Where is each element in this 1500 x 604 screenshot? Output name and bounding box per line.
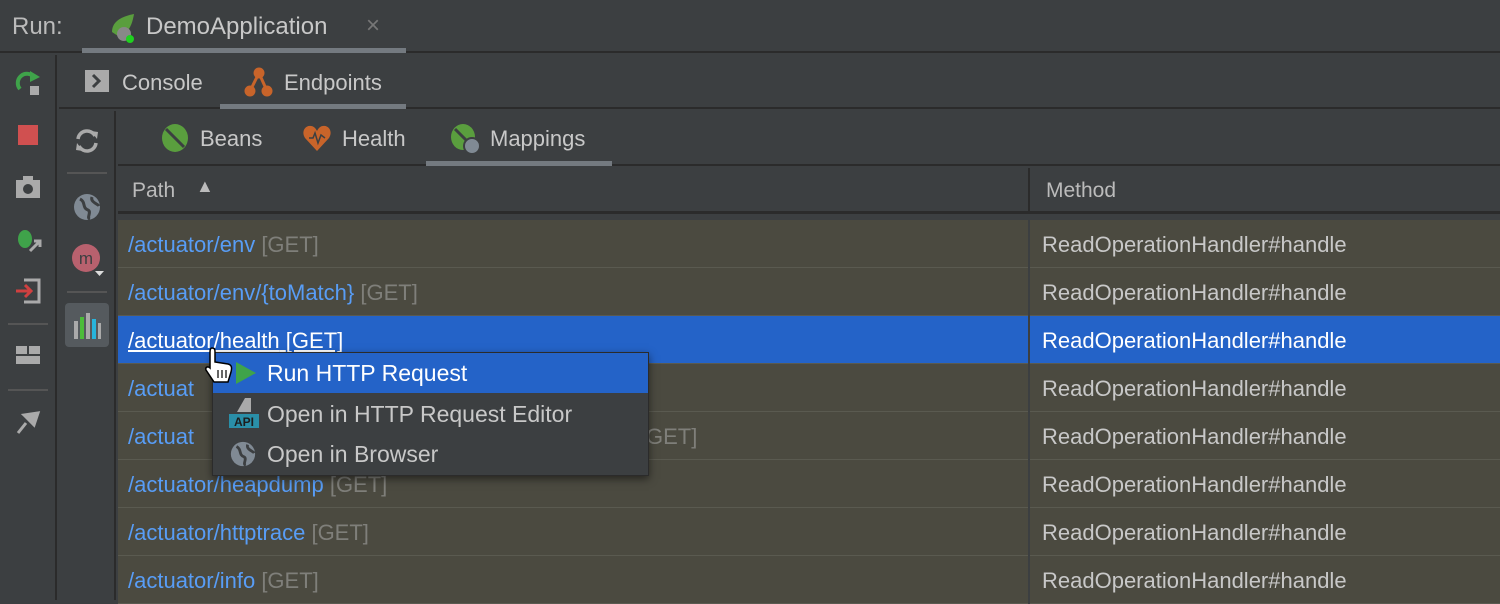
globe-icon: [230, 441, 256, 467]
path-cell[interactable]: /actuat: [128, 376, 194, 402]
stop-icon[interactable]: [14, 121, 42, 149]
method-cell: ReadOperationHandler#handle: [1042, 424, 1347, 449]
globe-icon[interactable]: [72, 192, 102, 222]
endpoints-toolbar: m: [59, 111, 116, 600]
tab-label: Console: [122, 70, 203, 95]
mappings-icon: [451, 124, 481, 155]
context-menu: Run HTTP Request API Open in HTTP Reques…: [212, 352, 649, 476]
health-icon: [303, 125, 331, 151]
api-icon: API: [229, 398, 259, 429]
method-cell: ReadOperationHandler#handle: [1042, 472, 1347, 497]
tab-health[interactable]: Health: [290, 111, 420, 166]
path-cell[interactable]: /actuator/httptrace [GET]: [128, 520, 369, 546]
exit-icon[interactable]: [14, 277, 42, 305]
debug-attach-icon[interactable]: [14, 225, 42, 253]
column-divider: [1028, 316, 1030, 364]
hand-cursor-icon: [205, 347, 233, 383]
divider: [67, 172, 107, 174]
table-header: Path ▲ Method: [118, 168, 1500, 214]
path-link[interactable]: /actuat: [128, 376, 194, 401]
tab-mappings[interactable]: Mappings: [426, 111, 612, 166]
tab-label: Health: [342, 126, 406, 151]
column-divider: [1028, 220, 1030, 268]
http-verb: [GET]: [285, 328, 344, 353]
layout-icon[interactable]: [14, 341, 42, 369]
http-verb: [GET]: [360, 280, 418, 305]
run-tab-title: DemoApplication: [146, 13, 328, 40]
refresh-icon[interactable]: [73, 127, 101, 155]
tab-label: Mappings: [490, 126, 586, 151]
tab-label: Beans: [200, 126, 263, 151]
method-cell: ReadOperationHandler#handle: [1042, 568, 1347, 593]
bar-chart-icon: [74, 313, 101, 339]
column-divider: [1028, 412, 1030, 460]
show-diagram-button[interactable]: [65, 303, 109, 347]
tab-beans[interactable]: Beans: [148, 111, 278, 166]
pin-icon[interactable]: [14, 407, 42, 435]
column-divider: [1028, 364, 1030, 412]
path-link[interactable]: /actuator/env: [128, 232, 255, 257]
menu-item-label: Open in HTTP Request Editor: [267, 401, 573, 427]
divider: [67, 291, 107, 293]
menu-item-open-in-browser[interactable]: Open in Browser: [213, 434, 648, 474]
menu-item-label: Open in Browser: [267, 441, 439, 467]
menu-item-run-http-request[interactable]: Run HTTP Request: [213, 353, 648, 393]
endpoints-icon: [244, 67, 273, 97]
table-row[interactable]: /actuator/httptrace [GET] ReadOperationHa…: [118, 508, 1500, 556]
tab-console[interactable]: Console: [59, 55, 219, 109]
run-label: Run:: [12, 13, 63, 40]
svg-text:API: API: [234, 415, 254, 429]
method-cell: ReadOperationHandler#handle: [1042, 328, 1347, 353]
path-cell[interactable]: /actuator/info [GET]: [128, 568, 319, 594]
sort-ascending-icon: ▲: [196, 176, 214, 196]
svg-text:m: m: [79, 249, 93, 268]
divider: [8, 389, 48, 391]
play-icon: [236, 362, 256, 384]
path-link[interactable]: /actuator/httptrace: [128, 520, 305, 545]
column-divider: [1028, 508, 1030, 556]
column-label: Path: [132, 179, 176, 202]
menu-item-label: Run HTTP Request: [267, 360, 468, 386]
http-verb: [GET]: [261, 232, 319, 257]
tab-label: Endpoints: [284, 70, 382, 95]
column-label: Method: [1046, 179, 1117, 202]
menu-item-open-http-editor[interactable]: API Open in HTTP Request Editor: [213, 394, 648, 434]
run-tab-demoapplication[interactable]: DemoApplication ×: [82, 0, 406, 53]
run-left-toolbar: [0, 55, 57, 600]
column-divider: [1028, 460, 1030, 508]
method-cell: ReadOperationHandler#handle: [1042, 520, 1347, 545]
camera-icon[interactable]: [14, 173, 42, 201]
http-verb: GET]: [646, 424, 698, 449]
method-cell: ReadOperationHandler#handle: [1042, 376, 1347, 401]
column-header-method[interactable]: Method: [1030, 168, 1500, 211]
table-row[interactable]: /actuator/env [GET] ReadOperationHandler#…: [118, 220, 1500, 268]
tab-endpoints[interactable]: Endpoints: [220, 55, 406, 109]
console-icon: [85, 70, 109, 92]
http-verb: [GET]: [261, 568, 319, 593]
spring-mvc-icon[interactable]: m: [71, 243, 105, 277]
path-link[interactable]: /actuator/info: [128, 568, 255, 593]
path-cell[interactable]: /actuat: [128, 424, 194, 450]
close-icon[interactable]: ×: [366, 12, 380, 40]
method-cell: ReadOperationHandler#handle: [1042, 232, 1347, 257]
table-row[interactable]: /actuator/info [GET] ReadOperationHandler…: [118, 556, 1500, 604]
method-cell: ReadOperationHandler#handle: [1042, 280, 1347, 305]
table-row[interactable]: /actuator/env/{toMatch} [GET] ReadOperati…: [118, 268, 1500, 316]
path-cell[interactable]: /actuator/env/{toMatch} [GET]: [128, 280, 418, 306]
column-divider: [1028, 268, 1030, 316]
spring-boot-icon: [112, 14, 134, 43]
column-header-path[interactable]: Path ▲: [118, 168, 1028, 211]
run-tabs: Console Endpoints: [59, 55, 1500, 109]
beans-icon: [162, 124, 188, 152]
run-toolbar: Run: DemoApplication ×: [0, 0, 1500, 53]
path-link[interactable]: /actuat: [128, 424, 194, 449]
column-divider: [1028, 556, 1030, 604]
divider: [8, 323, 48, 325]
endpoint-subtabs: Beans Health Mappings: [118, 111, 1500, 166]
path-link[interactable]: /actuator/env/{toMatch}: [128, 280, 354, 305]
path-cell[interactable]: /actuator/env [GET]: [128, 232, 319, 258]
http-verb: [GET]: [311, 520, 369, 545]
rerun-icon[interactable]: [14, 69, 42, 97]
